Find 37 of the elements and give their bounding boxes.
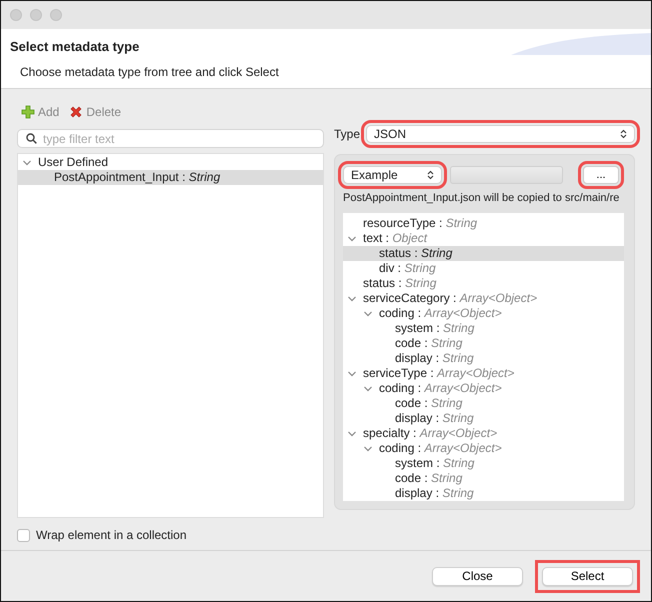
tree-item[interactable]: status : String [343,276,624,291]
wrap-checkbox-label: Wrap element in a collection [36,527,187,544]
dropdown-arrows-icon [620,129,627,139]
tree-item[interactable]: serviceCategory : Array<Object> [343,291,624,306]
tree-item[interactable]: code : String [343,396,624,411]
filter-field[interactable]: type filter text [17,129,324,148]
tree-item[interactable]: resourceType : String [343,216,624,231]
tree-item[interactable]: serviceType : Array<Object> [343,366,624,381]
copy-note: PostAppointment_Input.json will be copied to src/main/re [343,190,620,206]
tree-item[interactable]: coding : Array<Object> [343,441,624,456]
tree-item[interactable]: PostAppointment_Input : String [18,170,323,185]
tree-item[interactable]: coding : Array<Object> [343,306,624,321]
chevron-icon[interactable] [347,234,357,244]
delete-icon [69,105,84,119]
type-label: Type [334,126,360,143]
tree-item[interactable]: coding : Array<Object> [343,381,624,396]
wrap-checkbox[interactable] [17,528,30,542]
plus-icon [21,105,35,119]
dialog-title: Select metadata type [10,38,140,56]
dialog-button[interactable]: Select [542,566,633,586]
tree-item[interactable]: code : String [343,471,624,486]
tree-item[interactable]: display : String [343,411,624,426]
tree-item[interactable]: display : String [343,351,624,366]
tree-item[interactable]: display : String [343,486,624,501]
file-path-field[interactable] [450,166,563,184]
tree-item[interactable]: specialty : Array<Object> [343,426,624,441]
dropdown-arrows-icon [427,170,434,180]
tree-item[interactable]: system : String [343,321,624,336]
dialog-subtitle: Choose metadata type from tree and click Select [20,64,280,80]
chevron-icon[interactable] [22,158,32,168]
tree-item[interactable]: User Defined [18,155,323,170]
tree-item[interactable]: div : String [343,261,624,276]
tree-item[interactable]: code : String [343,336,624,351]
tree-item[interactable]: status : String [343,246,624,261]
tree-item[interactable]: system : String [343,456,624,471]
dialog-button[interactable]: Close [432,566,523,586]
tree-item[interactable]: text : Object [343,231,624,246]
